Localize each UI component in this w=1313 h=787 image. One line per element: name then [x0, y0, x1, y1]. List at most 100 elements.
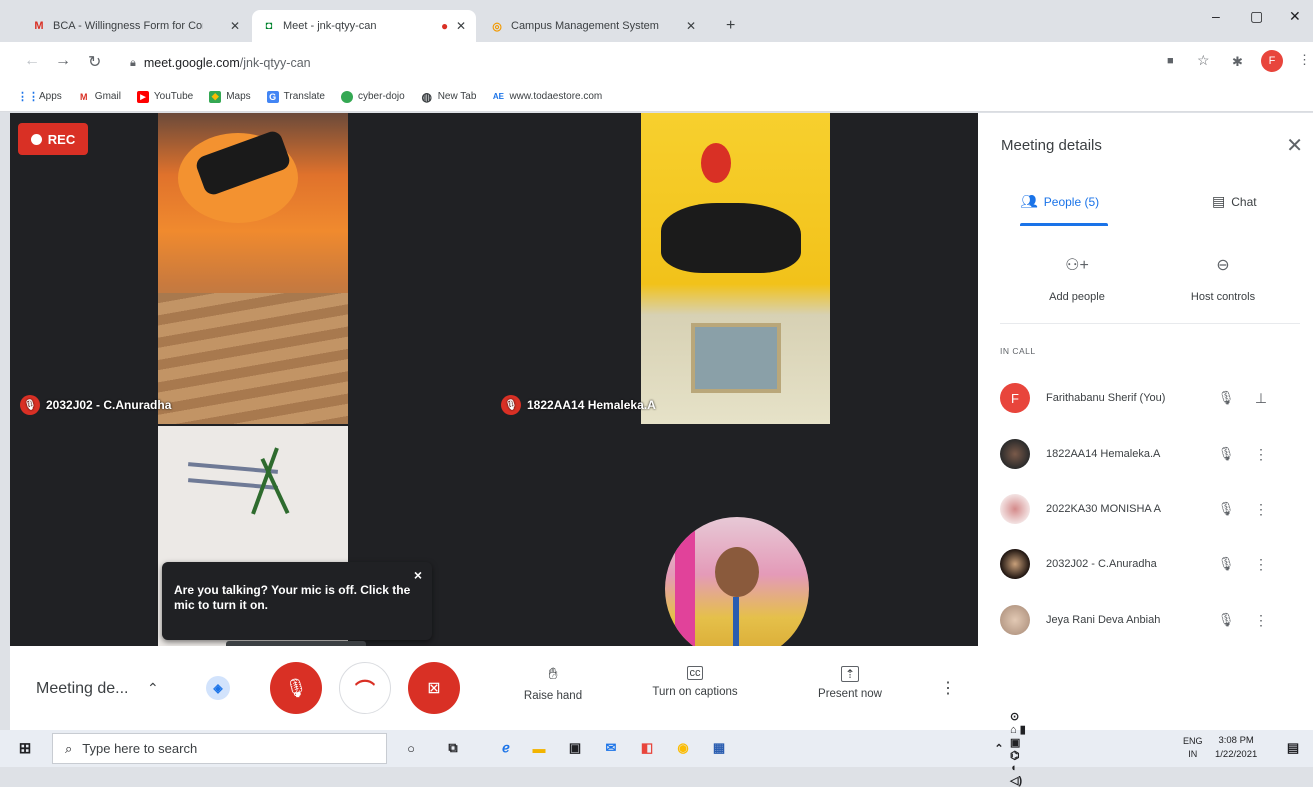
microphone-button[interactable]: 🎙︎	[270, 662, 322, 714]
host-controls-button[interactable]: ⊖ Host controls	[1168, 255, 1278, 303]
store-icon[interactable]: ▣	[566, 739, 584, 757]
close-panel-icon[interactable]: ✕	[1286, 133, 1303, 158]
close-window-icon[interactable]: ✕	[1289, 8, 1301, 25]
mic-off-icon: 🎙︎	[1217, 556, 1235, 571]
recording-badge: REC	[18, 123, 88, 155]
meet-control-bar: Meeting de... ⌃ ◈ 🎙︎ ⌒ ⊠ ✋︎ Raise hand c…	[10, 646, 978, 730]
video-tile-hemaleka[interactable]	[641, 113, 830, 424]
present-icon: ⇡	[841, 666, 859, 682]
app-icon[interactable]: ▦	[710, 739, 728, 757]
tab-chat[interactable]: ▤ Chat	[1212, 193, 1257, 210]
tray-chevron-icon[interactable]: ⌃	[990, 739, 1008, 757]
menu-kebab-icon[interactable]: ⋮	[1298, 52, 1311, 68]
more-options-icon[interactable]: ⋮	[1246, 556, 1276, 573]
bookmark-new-tab[interactable]: ◍ New Tab	[421, 90, 476, 104]
lock-icon: 🔒︎	[130, 56, 136, 69]
close-tab-icon[interactable]: ✕	[456, 19, 466, 33]
chrome-icon[interactable]: ◉	[674, 739, 692, 757]
maps-icon: ◆	[209, 90, 222, 103]
language-indicator[interactable]: ENG IN	[1183, 735, 1203, 761]
forward-icon[interactable]: →	[55, 52, 71, 70]
bookmark-translate[interactable]: G Translate	[266, 90, 325, 103]
cortana-icon[interactable]: ○	[402, 739, 420, 757]
bookmark-gmail[interactable]: M Gmail	[78, 91, 121, 103]
extensions-icon[interactable]: ✱	[1232, 54, 1243, 70]
avatar	[1000, 439, 1030, 469]
mail-icon[interactable]: ✉︎	[602, 739, 620, 757]
new-tab-button[interactable]: +	[716, 10, 745, 42]
participant-name: 1822AA14 Hemaleka.A	[1046, 448, 1161, 460]
cyber-dojo-icon	[341, 90, 353, 103]
camera-icon[interactable]: ■	[1167, 55, 1174, 67]
captions-button[interactable]: cc Turn on captions	[635, 666, 755, 698]
more-options-icon[interactable]: ⋮	[1246, 446, 1276, 463]
leave-call-button[interactable]: ⌒	[339, 662, 391, 714]
close-toast-icon[interactable]: ×	[414, 568, 422, 583]
url-host: meet.google.com	[143, 56, 240, 70]
bookmark-apps[interactable]: ⋮⋮ Apps	[17, 91, 62, 103]
back-icon[interactable]: ←	[24, 52, 40, 70]
participant-row[interactable]: 1822AA14 Hemaleka.A 🎙︎ ⋮	[1000, 437, 1300, 471]
more-options-icon[interactable]: ⋮	[940, 678, 956, 698]
participant-name: 2022KA30 MONISHA A	[1046, 503, 1161, 515]
bookmark-maps[interactable]: ◆ Maps	[209, 90, 251, 103]
maximize-icon[interactable]: ▢	[1250, 8, 1263, 25]
participant-row[interactable]: F Farithabanu Sherif (You) 🎙︎ ⊥	[1000, 381, 1300, 415]
meeting-details-button[interactable]: Meeting de... ⌃	[36, 680, 159, 698]
reload-icon[interactable]: ↻	[88, 52, 101, 72]
avatar	[1000, 549, 1030, 579]
more-options-icon[interactable]: ⋮	[1246, 612, 1276, 629]
recording-indicator-icon: ●	[441, 19, 449, 33]
task-view-icon[interactable]: ⧉	[444, 739, 462, 757]
mic-off-icon: 🎙︎	[1217, 501, 1235, 516]
profile-avatar[interactable]: F	[1261, 50, 1283, 72]
bookmark-youtube[interactable]: ▶ YouTube	[136, 90, 193, 103]
file-explorer-icon[interactable]: ▬	[530, 739, 548, 757]
address-bar[interactable]: 🔒︎ meet.google.com/jnk-qtyy-can	[116, 50, 1146, 76]
participant-name-chip: 🎙︎ 2032J02 - C.Anuradha	[20, 395, 171, 415]
participant-row[interactable]: 2032J02 - C.Anuradha 🎙︎ ⋮	[1000, 547, 1300, 581]
raise-hand-button[interactable]: ✋︎ Raise hand	[493, 666, 613, 702]
close-tab-icon[interactable]: ✕	[686, 19, 696, 33]
gmail-icon: M	[80, 91, 88, 102]
notifications-icon[interactable]: ▤	[1284, 739, 1302, 757]
video-tile-anuradha[interactable]	[158, 113, 348, 424]
mic-off-toast: Are you talking? Your mic is off. Click …	[162, 562, 432, 640]
avatar: F	[1000, 383, 1030, 413]
more-options-icon[interactable]: ⋮	[1246, 501, 1276, 518]
tab-people[interactable]: 👥︎ People (5)	[1020, 193, 1099, 210]
tab-meet[interactable]: ◘ Meet - jnk-qtyy-can ● ✕	[252, 10, 476, 42]
office-icon[interactable]: ◧	[638, 739, 656, 757]
windows-start-icon[interactable]: ⊞	[16, 739, 34, 757]
pin-icon[interactable]: ⊥	[1246, 390, 1276, 407]
tray-icons[interactable]: ⊙ ⌂ ▮ ▣ ⌬ ◖ ◁)	[1010, 711, 1028, 787]
participant-row[interactable]: Jeya Rani Deva Anbiah 🎙︎ ⋮	[1000, 603, 1300, 637]
star-icon[interactable]: ☆	[1197, 52, 1210, 69]
camera-button[interactable]: ⊠	[408, 662, 460, 714]
present-now-button[interactable]: ⇡ Present now	[790, 666, 910, 700]
tab-willingness-form[interactable]: M BCA - Willingness Form for Con ✕	[22, 10, 250, 42]
shield-icon[interactable]: ◈	[206, 676, 230, 700]
tab-title: Meet - jnk-qtyy-can	[283, 20, 377, 32]
add-people-button[interactable]: ⚇+ Add people	[1022, 255, 1132, 303]
bookmark-cyber-dojo[interactable]: cyber-dojo	[341, 90, 405, 103]
close-tab-icon[interactable]: ✕	[230, 19, 240, 33]
taskbar-clock[interactable]: 3:08 PM 1/22/2021	[1215, 734, 1257, 762]
tab-campus-management[interactable]: ◎ Campus Management System 3 ✕	[480, 10, 706, 42]
minimize-icon[interactable]: –	[1212, 8, 1220, 24]
video-content	[715, 547, 759, 597]
add-person-icon: ⚇+	[1065, 257, 1089, 274]
mic-off-icon: 🎙︎	[284, 677, 308, 698]
people-icon: 👥︎	[1020, 193, 1038, 209]
campus-favicon-icon: ◎	[492, 20, 502, 33]
mic-off-icon: 🎙︎	[20, 395, 40, 415]
participant-avatar-video[interactable]	[665, 517, 809, 661]
participant-name-chip: 🎙︎ 1822AA14 Hemaleka.A	[501, 395, 656, 415]
url-path: /jnk-qtyy-can	[239, 56, 311, 70]
participant-row[interactable]: 2022KA30 MONISHA A 🎙︎ ⋮	[1000, 492, 1300, 526]
edge-icon[interactable]: ℯ	[497, 739, 515, 757]
video-content	[691, 323, 781, 393]
taskbar-search-input[interactable]: ⌕ Type here to search	[52, 733, 387, 764]
bookmark-todaestore[interactable]: AE www.todaestore.com	[492, 91, 602, 103]
participant-name: 2032J02 - C.Anuradha	[1046, 558, 1157, 570]
